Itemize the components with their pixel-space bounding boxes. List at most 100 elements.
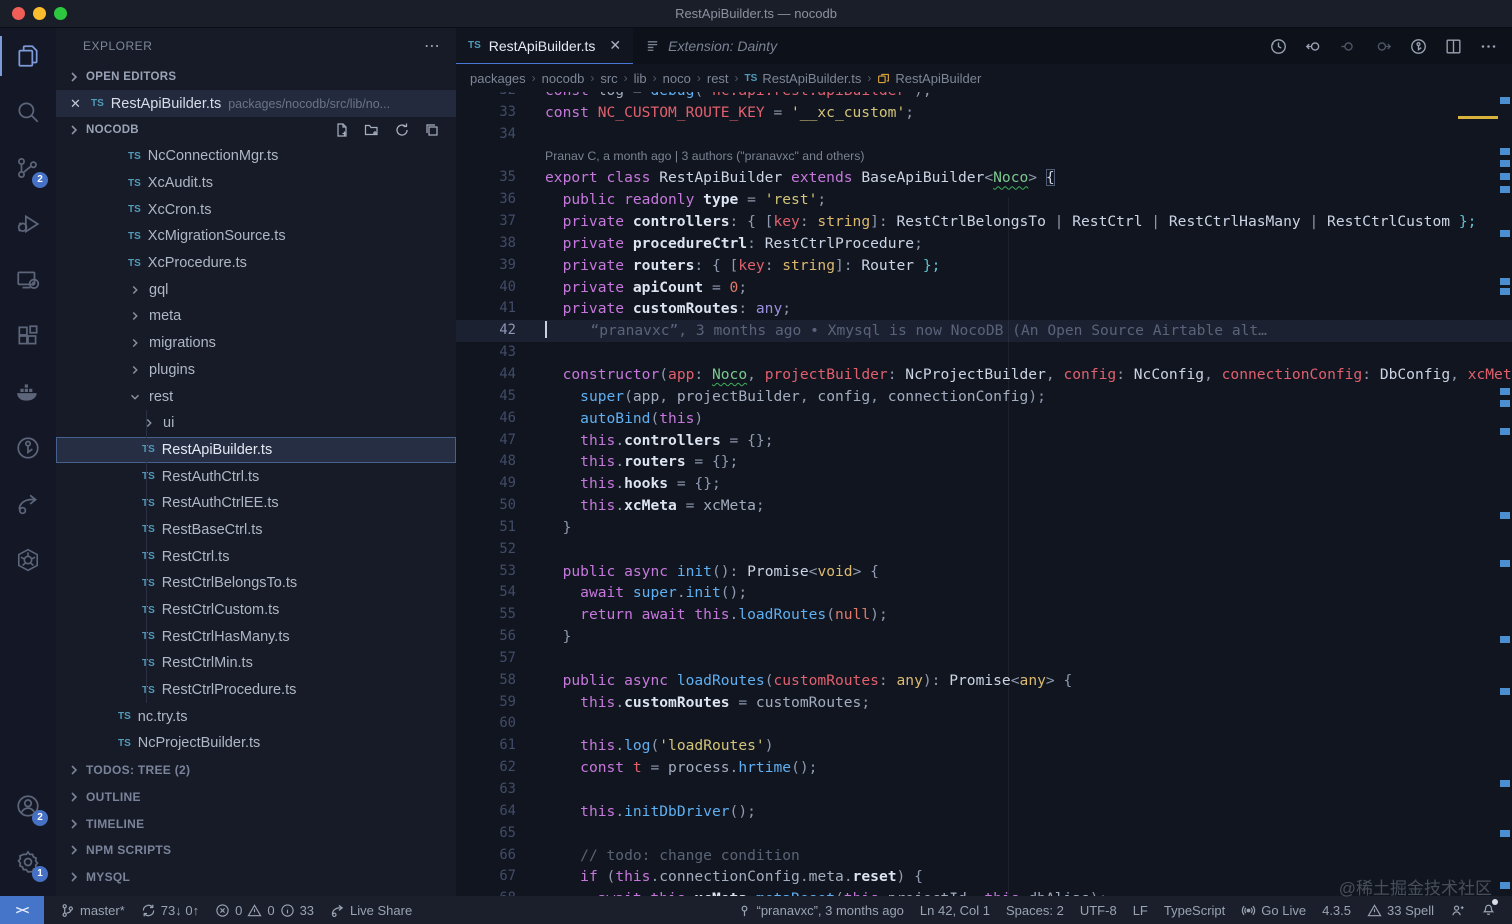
close-window-button[interactable] (12, 7, 25, 20)
remote-indicator[interactable]: >< (0, 896, 44, 924)
code-line-40[interactable]: 40 private apiCount = 0; (456, 277, 1512, 299)
code-line-59[interactable]: 59 this.customRoutes = customRoutes; (456, 692, 1512, 714)
tree-file-nc.try.ts[interactable]: TS nc.try.ts (56, 703, 456, 730)
sidebar-section-timeline[interactable]: TIMELINE (56, 810, 456, 837)
tree-file-XcMigrationSource.ts[interactable]: TS XcMigrationSource.ts (56, 223, 456, 250)
refresh-icon[interactable] (394, 122, 410, 138)
code-line-35[interactable]: 35 export class RestApiBuilder extends Ba… (456, 167, 1512, 189)
blame-status[interactable]: “pranavxc”, 3 months ago (729, 896, 912, 924)
open-editor-item[interactable]: ✕ TS RestApiBuilder.ts packages/nocodb/s… (56, 90, 456, 117)
code-line-45[interactable]: 45 super(app, projectBuilder, config, co… (456, 386, 1512, 408)
more-actions-icon[interactable] (1479, 37, 1498, 56)
new-folder-icon[interactable] (364, 122, 380, 138)
tree-file-RestApiBuilder.ts[interactable]: TS RestApiBuilder.ts (56, 436, 456, 464)
activity-run-debug[interactable] (0, 196, 56, 252)
tree-folder-ui[interactable]: ui (56, 409, 456, 437)
open-editors-header[interactable]: OPEN EDITORS (56, 64, 456, 90)
activity-source-control[interactable]: 2 (0, 140, 56, 196)
collapse-all-icon[interactable] (424, 122, 440, 138)
code-line-51[interactable]: 51 } (456, 517, 1512, 539)
code-line-38[interactable]: 38 private procedureCtrl: RestCtrlProced… (456, 233, 1512, 255)
code-line-49[interactable]: 49 this.hooks = {}; (456, 473, 1512, 495)
code-line-60[interactable]: 60 (456, 713, 1512, 735)
breadcrumb-item-restapibuilder[interactable]: RestApiBuilder (877, 71, 981, 86)
tree-file-RestAuthCtrl.ts[interactable]: TS RestAuthCtrl.ts (56, 463, 456, 490)
new-file-icon[interactable] (334, 122, 350, 138)
feedback-status[interactable] (1442, 896, 1473, 924)
cursor-position-status[interactable]: Ln 42, Col 1 (912, 896, 998, 924)
tree-file-RestBaseCtrl.ts[interactable]: TS RestBaseCtrl.ts (56, 516, 456, 544)
tree-file-XcAudit.ts[interactable]: TS XcAudit.ts (56, 170, 456, 197)
activity-search[interactable] (0, 84, 56, 140)
gitlens-file-history-icon[interactable] (1409, 37, 1428, 56)
version-status[interactable]: 4.3.5 (1314, 896, 1359, 924)
zoom-window-button[interactable] (54, 7, 67, 20)
activity-explorer[interactable] (0, 28, 56, 84)
tree-folder-gql[interactable]: gql (56, 276, 456, 303)
code-line-61[interactable]: 61 this.log('loadRoutes') (456, 735, 1512, 757)
project-section-header[interactable]: NOCODB (56, 117, 456, 143)
sidebar-section-outline[interactable]: OUTLINE (56, 784, 456, 811)
close-icon[interactable]: ✕ (609, 37, 621, 54)
timeline-history-icon[interactable] (1269, 37, 1288, 56)
tree-file-XcCron.ts[interactable]: TS XcCron.ts (56, 196, 456, 223)
code-line-58[interactable]: 58 public async loadRoutes(customRoutes:… (456, 670, 1512, 692)
activity-docker[interactable] (0, 364, 56, 420)
code-line-36[interactable]: 36 public readonly type = 'rest'; (456, 189, 1512, 211)
tree-folder-migrations[interactable]: migrations (56, 330, 456, 357)
tree-folder-meta[interactable]: meta (56, 303, 456, 330)
tree-file-RestCtrlBelongsTo.ts[interactable]: TS RestCtrlBelongsTo.ts (56, 570, 456, 597)
code-line-66[interactable]: 66 // todo: change condition (456, 845, 1512, 867)
tree-file-RestCtrlMin.ts[interactable]: TS RestCtrlMin.ts (56, 650, 456, 677)
sidebar-section-mysql[interactable]: MYSQL (56, 864, 456, 891)
tree-folder-plugins[interactable]: plugins (56, 357, 456, 384)
spell-status[interactable]: 33 Spell (1359, 896, 1442, 924)
overview-ruler[interactable] (1498, 92, 1512, 896)
activity-settings[interactable]: 1 (0, 834, 56, 890)
code-line-32[interactable]: 32const log = debug('nc:api:rest:apiBuil… (456, 92, 1512, 102)
code-line-52[interactable]: 52 (456, 539, 1512, 561)
code-line-48[interactable]: 48 this.routers = {}; (456, 451, 1512, 473)
tree-file-RestCtrl.ts[interactable]: TS RestCtrl.ts (56, 543, 456, 570)
breadcrumb-item-nocodb[interactable]: nocodb (542, 71, 585, 86)
breadcrumb-item-noco[interactable]: noco (663, 71, 691, 86)
next-change-icon[interactable] (1374, 37, 1393, 56)
activity-gitlens[interactable] (0, 420, 56, 476)
split-editor-icon[interactable] (1444, 37, 1463, 56)
code-editor[interactable]: 32const log = debug('nc:api:rest:apiBuil… (456, 92, 1512, 896)
breadcrumb-item-rest[interactable]: rest (707, 71, 729, 86)
code-line-50[interactable]: 50 this.xcMeta = xcMeta; (456, 495, 1512, 517)
code-line-33[interactable]: 33 const NC_CUSTOM_ROUTE_KEY = '__xc_cust… (456, 102, 1512, 124)
activity-accounts[interactable]: 2 (0, 778, 56, 834)
code-line-55[interactable]: 55 return await this.loadRoutes(null); (456, 604, 1512, 626)
minimize-window-button[interactable] (33, 7, 46, 20)
code-line-63[interactable]: 63 (456, 779, 1512, 801)
code-line-57[interactable]: 57 (456, 648, 1512, 670)
code-line-46[interactable]: 46 autoBind(this) (456, 408, 1512, 430)
activity-remote-explorer[interactable] (0, 252, 56, 308)
tab-restapibuilder[interactable]: TS RestApiBuilder.ts ✕ (456, 28, 634, 64)
tree-file-RestAuthCtrlEE.ts[interactable]: TS RestAuthCtrlEE.ts (56, 489, 456, 517)
code-line-34[interactable]: 34 (456, 124, 1512, 146)
code-line-37[interactable]: 37 private controllers: { [key: string]:… (456, 211, 1512, 233)
code-line-62[interactable]: 62 const t = process.hrtime(); (456, 757, 1512, 779)
code-line-43[interactable]: 43 (456, 342, 1512, 364)
tree-file-NcConnectionMgr.ts[interactable]: TS NcConnectionMgr.ts (56, 143, 456, 170)
tree-file-RestCtrlHasMany.ts[interactable]: TS RestCtrlHasMany.ts (56, 623, 456, 651)
code-line-54[interactable]: 54 await super.init(); (456, 582, 1512, 604)
live-share-status[interactable]: Live Share (322, 896, 420, 924)
code-line-64[interactable]: 64 this.initDbDriver(); (456, 801, 1512, 823)
breadcrumb-item-packages[interactable]: packages (470, 71, 526, 86)
tree-file-NcProjectBuilder.ts[interactable]: TS NcProjectBuilder.ts (56, 730, 456, 757)
code-line-47[interactable]: 47 this.controllers = {}; (456, 430, 1512, 452)
code-line-56[interactable]: 56 } (456, 626, 1512, 648)
indentation-status[interactable]: Spaces: 2 (998, 896, 1072, 924)
language-status[interactable]: TypeScript (1156, 896, 1233, 924)
sync-status[interactable]: 73↓ 0↑ (133, 896, 207, 924)
tree-file-XcProcedure.ts[interactable]: TS XcProcedure.ts (56, 250, 456, 277)
sidebar-section-npm-scripts[interactable]: NPM SCRIPTS (56, 837, 456, 864)
activity-live-share[interactable] (0, 476, 56, 532)
breadcrumb-item-src[interactable]: src (600, 71, 617, 86)
code-line-39[interactable]: 39 private routers: { [key: string]: Rou… (456, 255, 1512, 277)
code-line-44[interactable]: 44 constructor(app: Noco, projectBuilder… (456, 364, 1512, 386)
